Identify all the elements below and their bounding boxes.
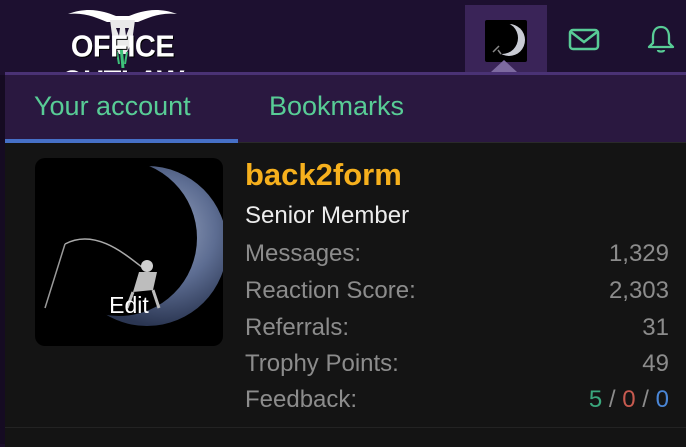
- stat-label: Reaction Score:: [245, 277, 416, 304]
- stat-value[interactable]: 2,303: [609, 277, 669, 305]
- feedback-neutral: 0: [622, 386, 636, 413]
- stat-label: Messages:: [245, 240, 362, 267]
- stat-row-referrals: Referrals: 31: [245, 314, 669, 348]
- stat-row-reaction-score: Reaction Score: 2,303: [245, 277, 669, 311]
- stat-row-messages: Messages: 1,329: [245, 240, 669, 274]
- moon-avatar-icon: [485, 20, 527, 62]
- bell-icon[interactable]: [645, 24, 677, 54]
- stat-row-feedback: Feedback: 5 / 0 / 0: [245, 386, 669, 420]
- profile-avatar[interactable]: Edit: [35, 158, 223, 346]
- tab-your-account[interactable]: Your account: [34, 91, 191, 122]
- site-logo[interactable]: OFFICE OUTLAW: [20, 6, 225, 99]
- feedback-values[interactable]: 5 / 0 / 0: [589, 386, 669, 414]
- feedback-positive: 5: [588, 386, 603, 413]
- envelope-icon[interactable]: [568, 24, 600, 54]
- stat-value[interactable]: 49: [642, 350, 669, 378]
- feedback-separator: /: [642, 386, 649, 413]
- account-dropdown-panel: Your account Bookmarks Edit back2form Se…: [5, 72, 686, 447]
- feedback-negative: 0: [655, 386, 669, 413]
- stat-label: Referrals:: [245, 314, 350, 341]
- top-navigation-bar: OFFICE OUTLAW: [0, 0, 686, 99]
- user-title: Senior Member: [245, 202, 410, 229]
- active-tab-indicator: [5, 139, 238, 143]
- stat-value[interactable]: 31: [642, 314, 669, 342]
- stat-row-trophy-points: Trophy Points: 49: [245, 350, 669, 384]
- feedback-separator: /: [608, 386, 616, 413]
- avatar-edit-label[interactable]: Edit: [35, 292, 223, 319]
- stat-label: Trophy Points:: [245, 350, 399, 377]
- stat-value[interactable]: 1,329: [609, 240, 669, 268]
- stat-label: Feedback:: [245, 386, 358, 413]
- divider: [5, 427, 686, 428]
- username-link[interactable]: back2form: [245, 157, 402, 193]
- account-tabs: Your account Bookmarks: [5, 75, 686, 143]
- tab-bookmarks[interactable]: Bookmarks: [269, 91, 404, 122]
- menu-caret: [491, 60, 517, 72]
